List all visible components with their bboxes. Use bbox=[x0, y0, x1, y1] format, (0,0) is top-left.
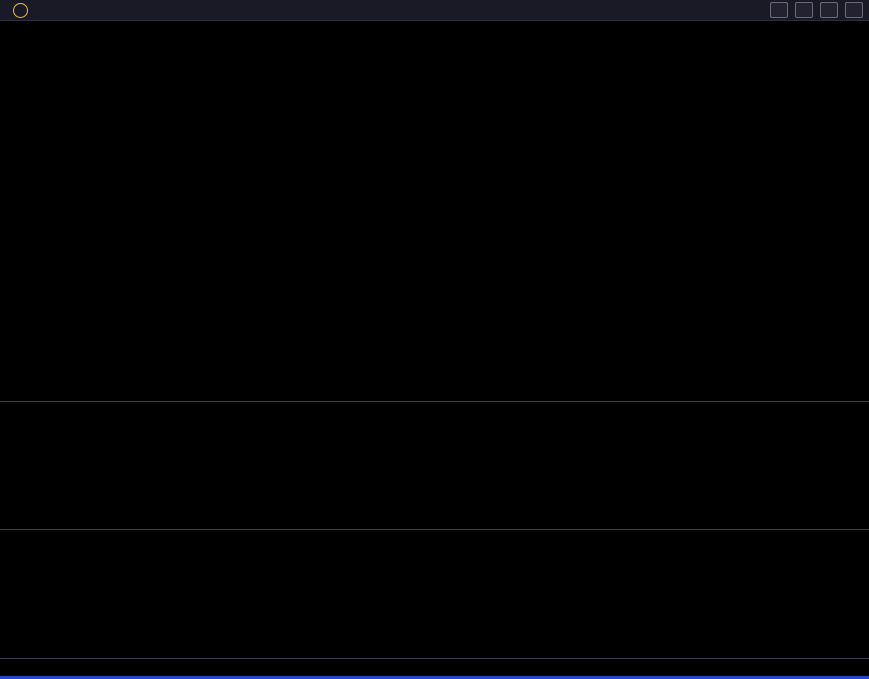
rsi-chart-panel[interactable] bbox=[0, 546, 869, 658]
panel-separator bbox=[0, 529, 869, 530]
panel-separator bbox=[0, 401, 869, 402]
top-toolbar bbox=[0, 0, 869, 21]
macd-chart-panel[interactable] bbox=[0, 419, 869, 529]
symbol-settings-icon[interactable] bbox=[13, 3, 28, 18]
time-axis bbox=[0, 659, 869, 676]
forex-chart-app bbox=[0, 0, 869, 679]
zoom-out-icon[interactable] bbox=[795, 2, 813, 18]
grid-view-icon[interactable] bbox=[820, 2, 838, 18]
price-chart-panel[interactable] bbox=[0, 22, 869, 401]
step-forward-icon[interactable] bbox=[845, 2, 863, 18]
zoom-in-icon[interactable] bbox=[770, 2, 788, 18]
